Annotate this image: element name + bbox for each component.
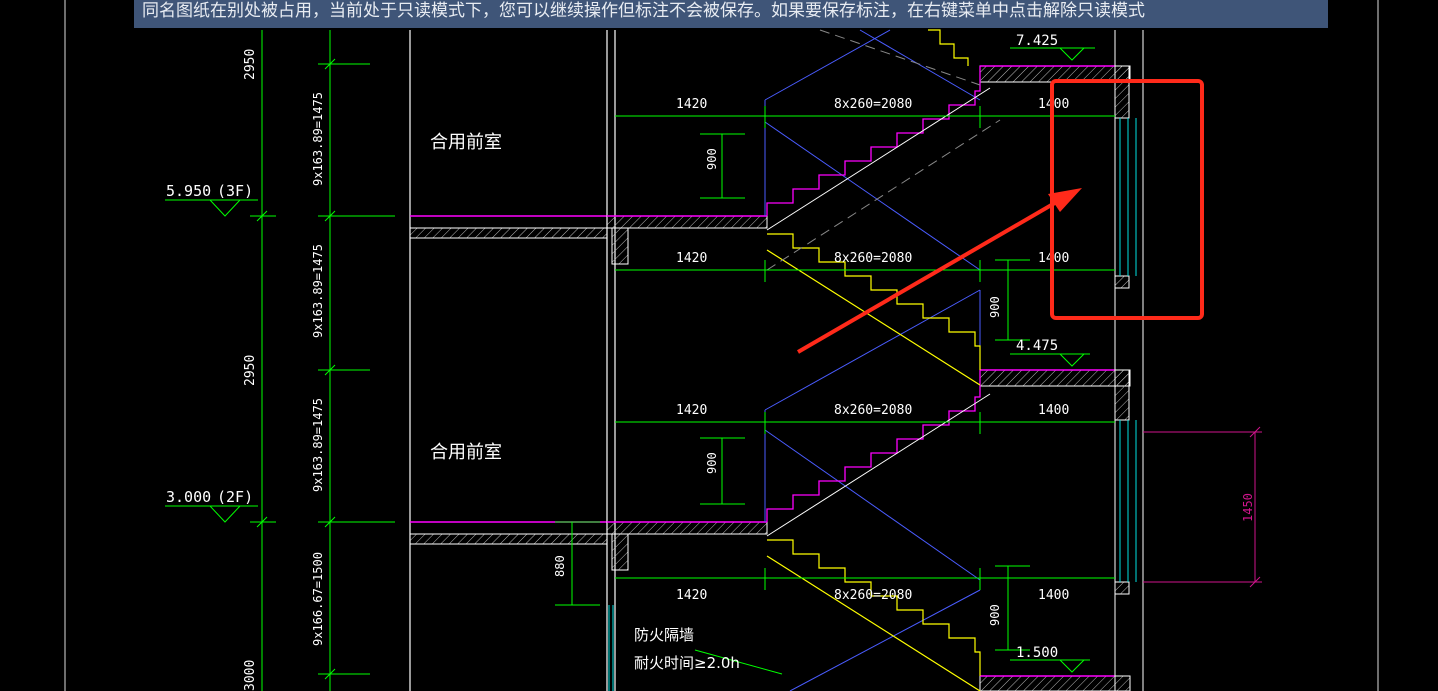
flight-length: 8x260=2080 bbox=[834, 251, 912, 266]
flight-length: 8x260=2080 bbox=[834, 403, 912, 418]
window-height: 1450 bbox=[1241, 493, 1255, 522]
level-value: 5.950 bbox=[166, 182, 211, 200]
room-label: 合用前室 bbox=[430, 442, 502, 463]
cad-viewport[interactable]: 合用前室 合用前室 5.950 (3F) 3.000 (2F) 7.425 4.… bbox=[0, 0, 1438, 691]
flight-length: 8x260=2080 bbox=[834, 588, 912, 603]
riser-dim: 9x163.89=1475 bbox=[311, 244, 325, 338]
level-floor: (2F) bbox=[217, 488, 253, 506]
storey-height: 2950 bbox=[243, 49, 258, 80]
landing-width-right: 1400 bbox=[1038, 588, 1069, 603]
landing-elevation: 1.500 bbox=[1016, 645, 1058, 661]
riser-dim: 9x166.67=1500 bbox=[311, 552, 325, 646]
level-value: 3.000 bbox=[166, 488, 211, 506]
rail-height: 900 bbox=[705, 148, 719, 170]
rail-height: 900 bbox=[988, 604, 1002, 626]
landing-width-left: 1420 bbox=[676, 97, 707, 112]
readonly-notice-banner[interactable]: 同名图纸在别处被占用，当前处于只读模式下，您可以继续操作但标注不会被保存。如果要… bbox=[134, 0, 1328, 28]
flight-length: 8x260=2080 bbox=[834, 97, 912, 112]
firewall-rating: 耐火时间≥2.0h bbox=[634, 654, 740, 672]
rail-height: 900 bbox=[988, 296, 1002, 318]
landing-width-left: 1420 bbox=[676, 588, 707, 603]
riser-dim: 9x163.89=1475 bbox=[311, 92, 325, 186]
landing-elevation: 4.475 bbox=[1016, 338, 1058, 354]
firewall-note: 防火隔墙 bbox=[634, 626, 694, 644]
landing-elevation: 7.425 bbox=[1016, 33, 1058, 49]
landing-width-left: 1420 bbox=[676, 403, 707, 418]
storey-height: 3000 bbox=[243, 660, 258, 691]
level-floor: (3F) bbox=[217, 182, 253, 200]
room-label: 合用前室 bbox=[430, 132, 502, 153]
storey-height: 2950 bbox=[243, 355, 258, 386]
riser-dim: 9x163.89=1475 bbox=[311, 398, 325, 492]
rail-height: 900 bbox=[705, 452, 719, 474]
landing-width-left: 1420 bbox=[676, 251, 707, 266]
stair-section-drawing[interactable]: 合用前室 合用前室 5.950 (3F) 3.000 (2F) 7.425 4.… bbox=[0, 0, 1438, 691]
landing-width-right: 1400 bbox=[1038, 403, 1069, 418]
sill-height: 880 bbox=[553, 555, 567, 577]
